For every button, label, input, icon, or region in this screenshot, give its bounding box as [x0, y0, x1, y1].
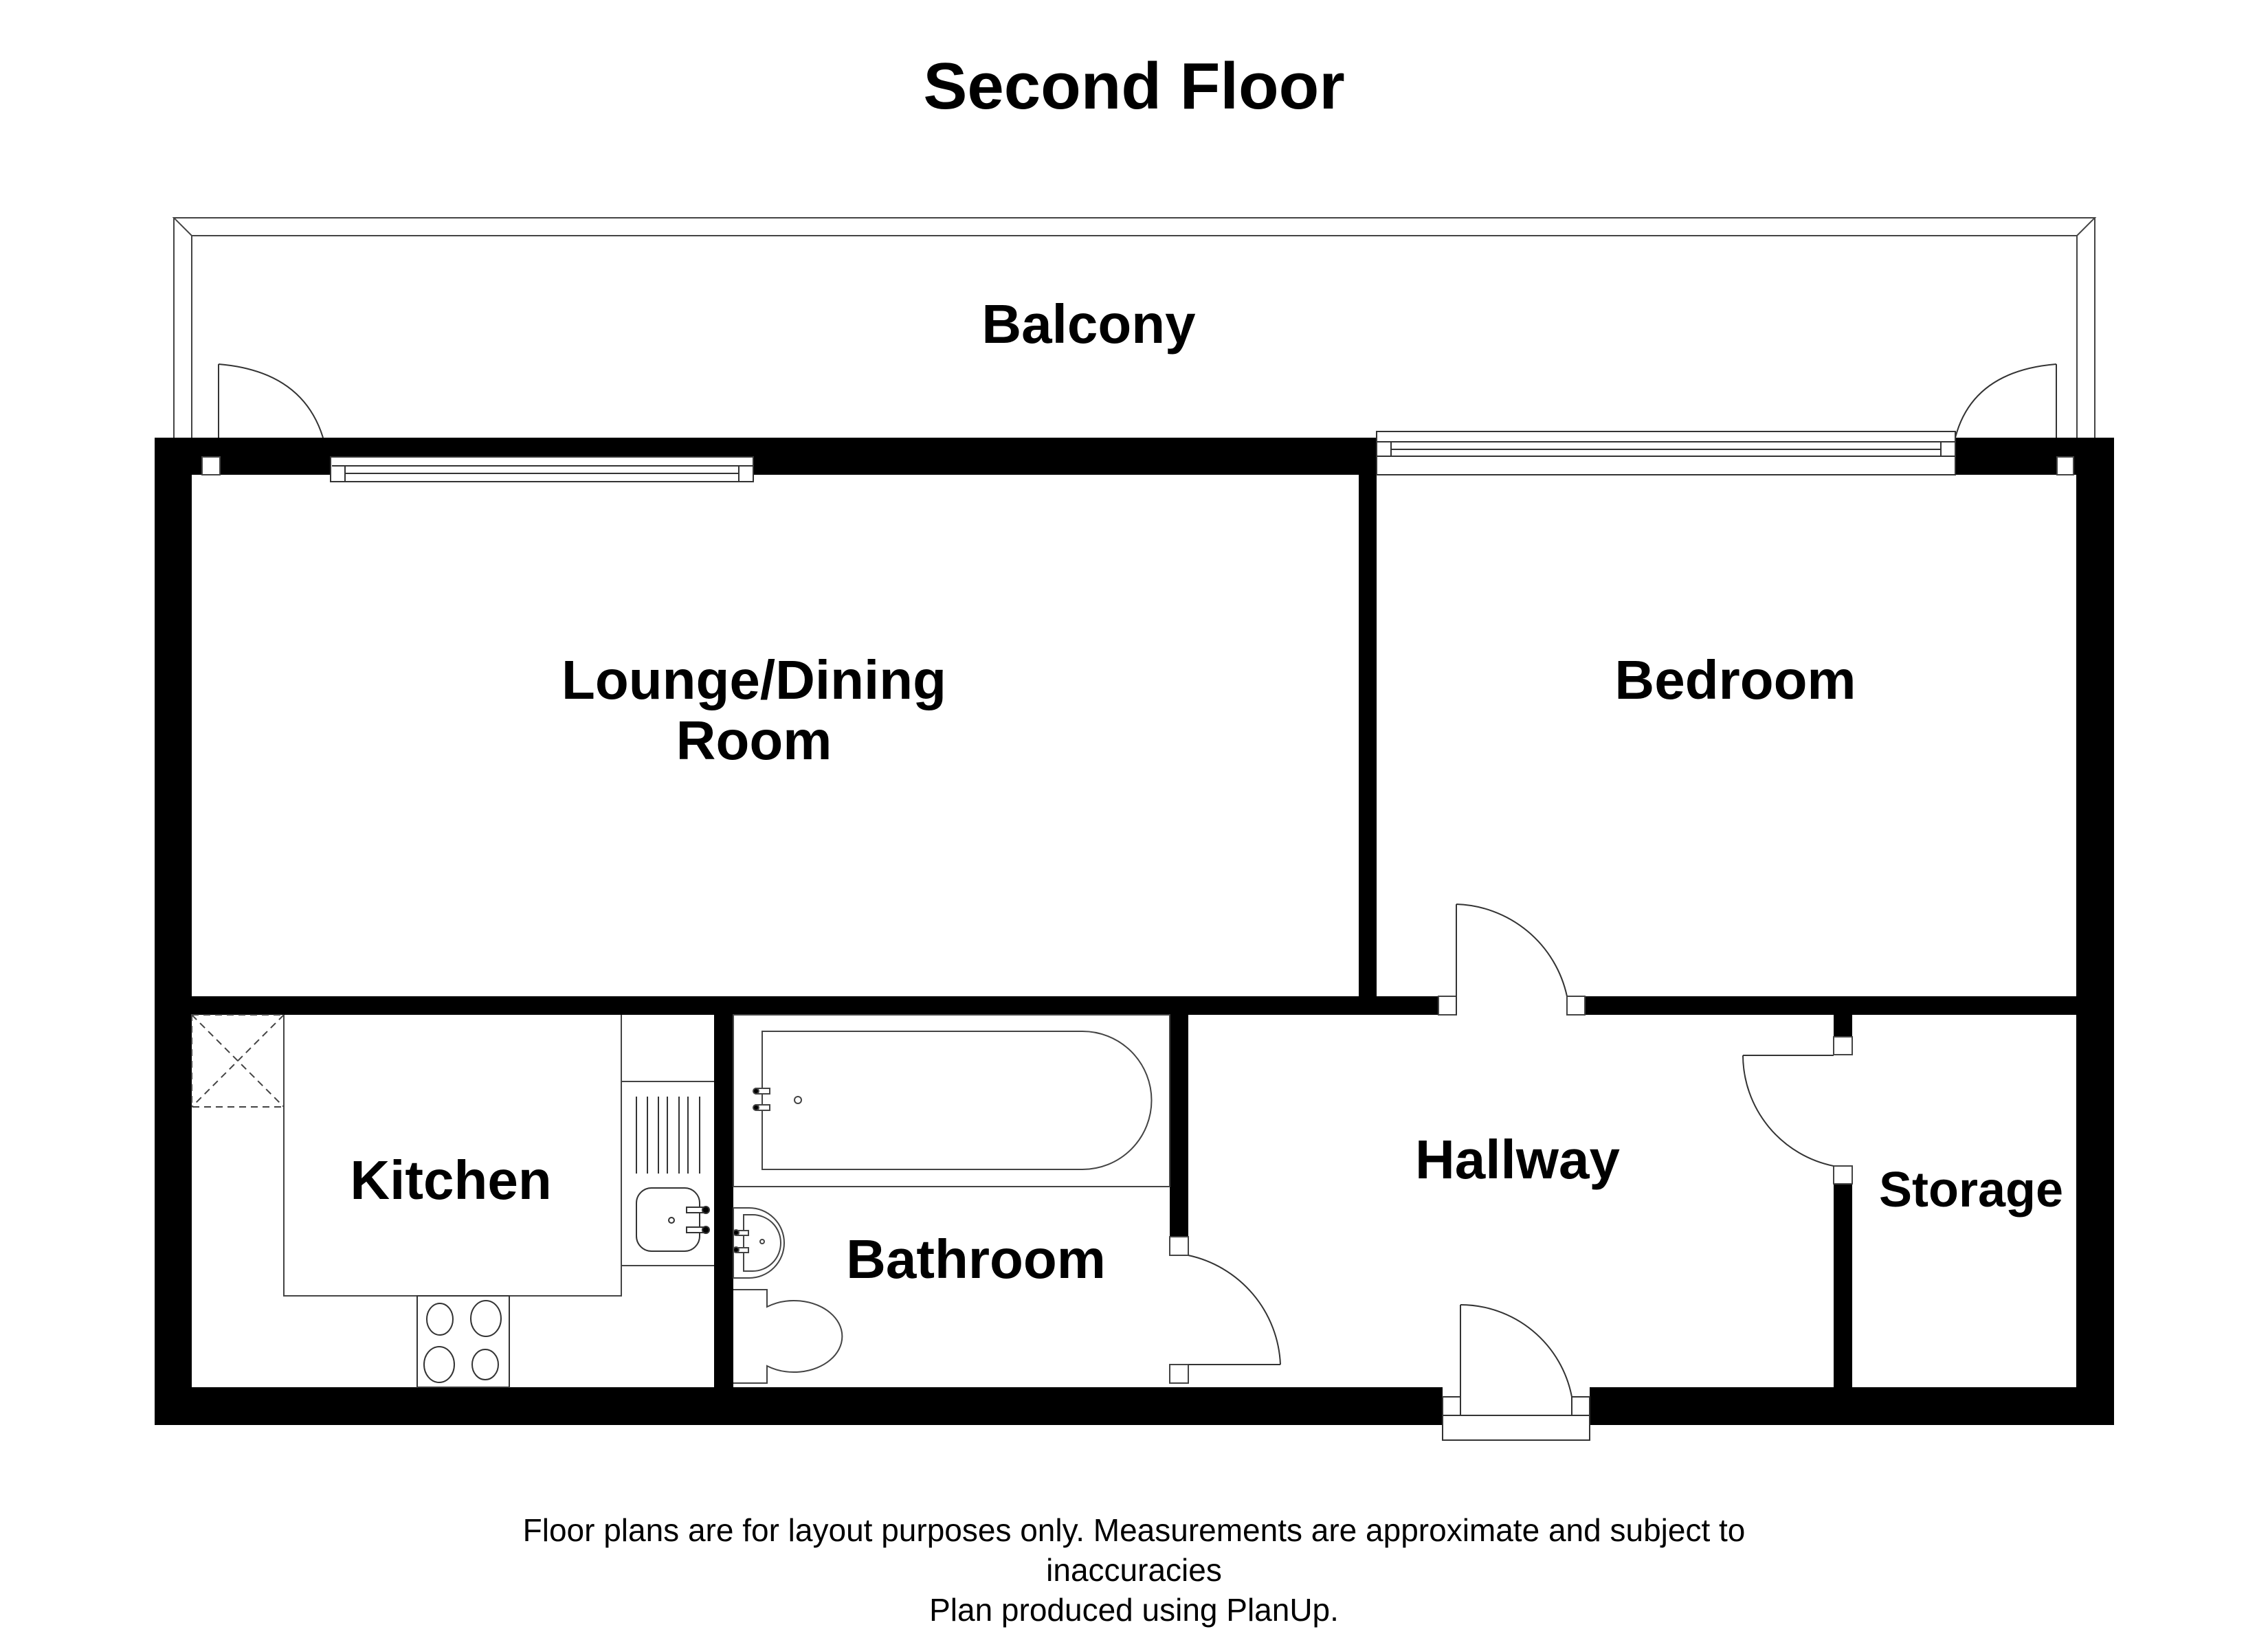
disclaimer-line-3: Plan produced using PlanUp.	[929, 1592, 1339, 1628]
room-label-lounge-line2: Room	[676, 710, 832, 771]
lounge-window	[330, 456, 754, 482]
room-label-bedroom: Bedroom	[1614, 649, 1856, 710]
storage-door[interactable]	[1742, 1055, 1834, 1167]
room-label-hallway: Hallway	[1415, 1129, 1620, 1190]
kitchen-hob	[416, 1295, 510, 1388]
kitchen-sink	[636, 1187, 710, 1252]
floor-plan	[155, 217, 2114, 1441]
bedroom-window	[1376, 431, 1956, 475]
toilet	[733, 1289, 843, 1384]
bath	[733, 1014, 1170, 1187]
room-label-kitchen: Kitchen	[350, 1149, 552, 1211]
wash-basin	[733, 1207, 785, 1279]
room-label-balcony: Balcony	[981, 293, 1196, 355]
walls	[155, 438, 2114, 1425]
disclaimer-footer: Floor plans are for layout purposes only…	[0, 1510, 2268, 1630]
room-label-lounge: Lounge/Dining Room	[562, 650, 946, 771]
front-door[interactable]	[1442, 1304, 1590, 1441]
door-jambs	[201, 456, 2074, 1384]
bedroom-door[interactable]	[1456, 904, 1568, 1015]
plan-title: Second Floor	[923, 49, 1345, 123]
balcony-door-left[interactable]	[218, 363, 324, 438]
disclaimer-line-1: Floor plans are for layout purposes only…	[522, 1512, 1746, 1548]
room-label-bathroom: Bathroom	[846, 1229, 1106, 1290]
balcony-door-right[interactable]	[1955, 363, 2057, 438]
kitchen-boiler-cupboard	[191, 1014, 285, 1108]
room-label-lounge-line1: Lounge/Dining	[562, 649, 946, 710]
bathroom-door[interactable]	[1188, 1255, 1281, 1365]
disclaimer-line-2: inaccuracies	[1046, 1552, 1222, 1588]
kitchen-drainer	[636, 1097, 700, 1174]
room-label-storage: Storage	[1878, 1163, 2064, 1218]
